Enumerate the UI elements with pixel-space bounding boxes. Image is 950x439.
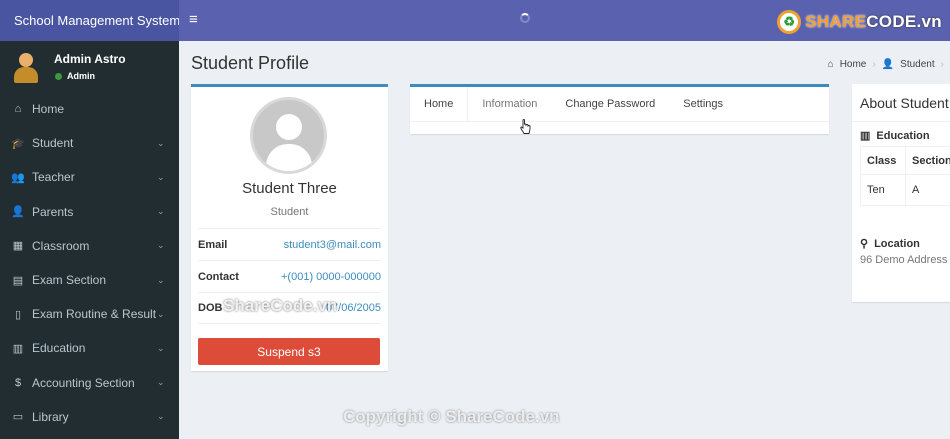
sidebar-item-teacher[interactable]: 👥 Teacher ⌄	[0, 160, 179, 194]
book-icon: ▥	[860, 130, 871, 142]
email-label: Email	[198, 238, 228, 251]
about-card: About Student ▥ Education Class Section …	[852, 84, 950, 302]
sidebar-item-label: Teacher	[32, 170, 75, 185]
user-icon: 👤	[11, 206, 25, 219]
tabs-panel: Home Information Change Password Setting…	[410, 84, 829, 134]
chevron-down-icon: ⌄	[157, 342, 165, 353]
education-heading: ▥ Education	[860, 129, 930, 143]
breadcrumb-separator-icon: ›	[940, 59, 944, 70]
sidebar-item-label: Accounting Section	[32, 375, 135, 390]
sidebar-item-home[interactable]: ⌂ Home	[0, 92, 179, 126]
tab-settings[interactable]: Settings	[669, 87, 737, 121]
dashboard-icon: ⌂	[827, 59, 834, 70]
chevron-down-icon: ⌄	[157, 274, 165, 285]
sharecode-logo: ♻ SHARECODE.vn	[777, 8, 942, 36]
email-value[interactable]: student3@mail.com	[284, 239, 381, 251]
app-brand[interactable]: School Management System	[0, 0, 180, 41]
user-role: Admin	[67, 71, 95, 81]
breadcrumb-separator-icon: ›	[872, 59, 876, 70]
education-table: Class Section Ten A	[860, 146, 950, 206]
section-header: Section	[904, 146, 950, 175]
user-panel: Admin Astro Admin	[0, 41, 179, 93]
chevron-down-icon: ⌄	[157, 377, 165, 388]
profile-role: Student	[270, 206, 309, 218]
tab-information[interactable]: Information	[468, 87, 551, 121]
profile-avatar	[250, 97, 327, 174]
book-icon: ▥	[12, 342, 24, 355]
sidebar-item-classroom[interactable]: ▦ Classroom ⌄	[0, 229, 179, 263]
grid-icon: ▦	[12, 240, 24, 253]
dashboard-icon: ⌂	[14, 103, 22, 115]
tab-bar: Home Information Change Password Setting…	[410, 87, 829, 122]
breadcrumb: ⌂ Home › 👤 Student ›	[828, 59, 944, 70]
loading-spinner-icon	[520, 13, 530, 23]
chevron-down-icon: ⌄	[157, 206, 165, 217]
sidebar-item-parents[interactable]: 👤 Parents ⌄	[0, 195, 179, 229]
profile-card: Student Three Student Email student3@mai…	[191, 84, 388, 371]
file-icon: ▯	[14, 308, 22, 321]
user-name: Admin Astro	[54, 52, 126, 66]
sidebar-item-student[interactable]: 🎓 Student ⌄	[0, 126, 179, 160]
sidebar-item-label: Classroom	[32, 238, 90, 253]
location-heading: ⚲ Location	[860, 237, 920, 251]
chevron-down-icon: ⌄	[157, 137, 165, 148]
chevron-down-icon: ⌄	[157, 171, 165, 182]
class-header: Class	[860, 146, 906, 175]
sidebar: Admin Astro Admin ⌂ Home 🎓 Student ⌄ 👥 Teacher…	[0, 41, 179, 439]
sidebar-item-exam-section[interactable]: ▤ Exam Section ⌄	[0, 263, 179, 297]
top-navbar: ≡ ♻ SHARECODE.vn	[179, 0, 950, 41]
sidebar-toggle-icon[interactable]: ≡	[189, 12, 198, 28]
sidebar-item-label: Exam Routine & Result	[32, 307, 157, 322]
watermark-text: ShareCode.vn	[223, 296, 338, 315]
email-row: Email student3@mail.com	[198, 228, 381, 260]
section-cell: A	[904, 174, 950, 206]
chevron-down-icon: ⌄	[157, 308, 165, 319]
sidebar-item-label: Home	[32, 102, 65, 116]
suspend-button[interactable]: Suspend s3	[198, 338, 380, 365]
map-marker-icon: ⚲	[860, 238, 869, 250]
class-cell: Ten	[860, 174, 906, 206]
tab-change-password[interactable]: Change Password	[551, 87, 669, 121]
sidebar-item-education[interactable]: ▥ Education ⌄	[0, 331, 179, 365]
user-status: Admin	[55, 71, 95, 81]
contact-row: Contact +(001) 0000-000000	[198, 260, 381, 292]
user-icon: 👤	[881, 59, 895, 70]
breadcrumb-student[interactable]: Student	[900, 59, 934, 70]
sidebar-item-library[interactable]: ▭ Library ⌄	[0, 400, 179, 434]
sidebar-item-label: Parents	[32, 204, 74, 219]
contact-label: Contact	[198, 270, 239, 283]
graduation-cap-icon: 🎓	[11, 137, 25, 150]
copyright-text: Copyright © ShareCode.vn	[343, 407, 560, 426]
recycle-icon: ♻	[777, 10, 802, 34]
contact-value[interactable]: +(001) 0000-000000	[281, 271, 381, 283]
page-title: Student Profile	[191, 53, 310, 73]
avatar	[11, 51, 41, 83]
edit-icon: ▤	[12, 274, 24, 287]
chevron-down-icon: ⌄	[157, 411, 165, 422]
hand-cursor-icon	[520, 119, 531, 134]
online-status-icon	[55, 72, 62, 80]
profile-name: Student Three	[242, 180, 337, 197]
tab-home[interactable]: Home	[410, 87, 469, 121]
sidebar-item-exam-routine-result[interactable]: ▯ Exam Routine & Result ⌄	[0, 297, 179, 331]
sidebar-item-label: Library	[32, 409, 69, 424]
chevron-down-icon: ⌄	[157, 240, 165, 251]
library-icon: ▭	[12, 411, 24, 424]
breadcrumb-home[interactable]: Home	[840, 59, 867, 70]
about-title: About Student	[860, 95, 949, 111]
logo-text: SHARECODE.vn	[805, 12, 942, 31]
address-text: 96 Demo Address	[860, 254, 948, 266]
dollar-icon: $	[14, 376, 22, 389]
sidebar-item-accounting-section[interactable]: $ Accounting Section ⌄	[0, 366, 179, 400]
sidebar-item-label: Exam Section	[32, 273, 107, 287]
sidebar-item-label: Education	[32, 341, 86, 356]
table-row: Ten A	[860, 174, 950, 206]
users-icon: 👥	[11, 171, 25, 184]
sidebar-item-label: Student	[32, 136, 74, 151]
dob-label: DOB	[198, 302, 223, 314]
